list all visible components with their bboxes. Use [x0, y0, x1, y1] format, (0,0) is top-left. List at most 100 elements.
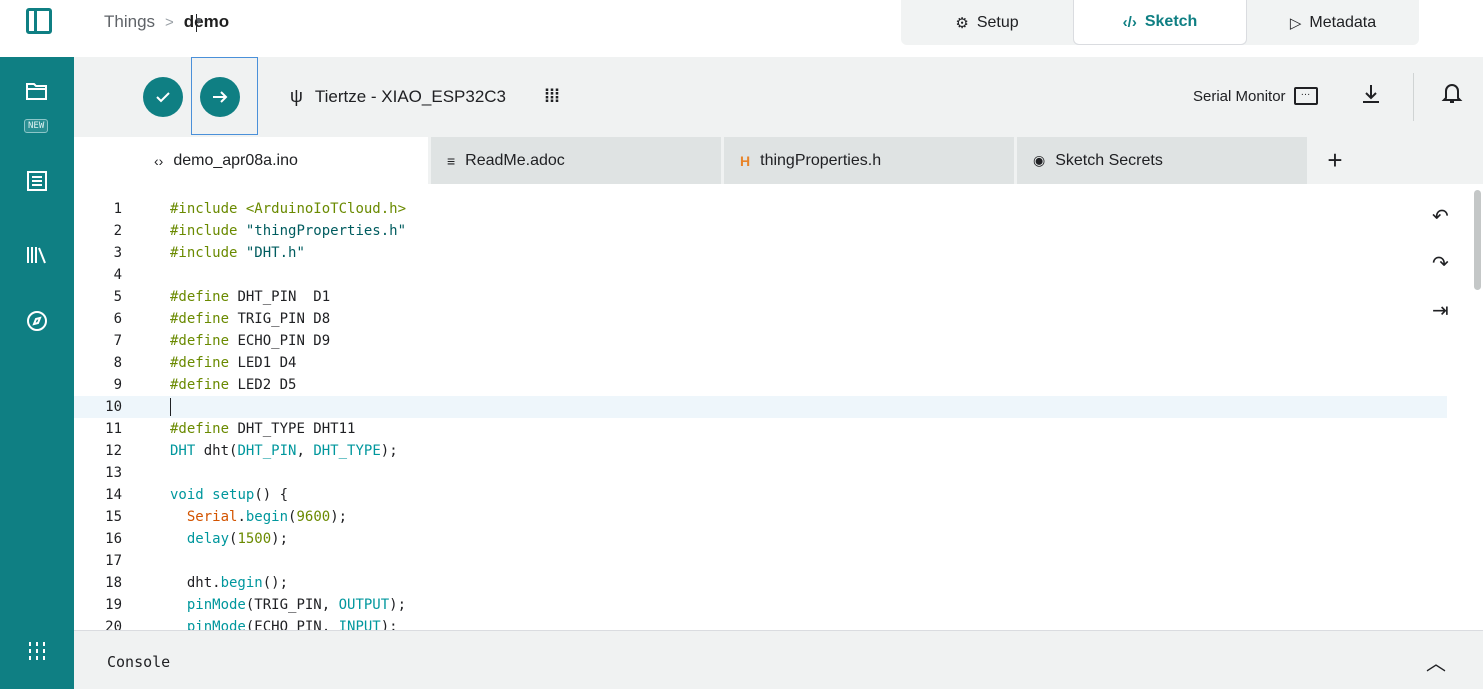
- code-line[interactable]: 9 #define LED2 D5: [74, 374, 1447, 396]
- code-line[interactable]: 1 #include <ArduinoIoTCloud.h>: [74, 198, 1447, 220]
- download-icon[interactable]: [1360, 83, 1382, 111]
- line-number: 6: [113, 311, 122, 327]
- tab-sketch[interactable]: ‹/› Sketch: [1073, 0, 1247, 45]
- breadcrumb: Things > demo ▾: [104, 12, 229, 32]
- left-sidebar: NEW: [0, 57, 74, 689]
- code-line[interactable]: 11 #define DHT_TYPE DHT11: [74, 418, 1447, 440]
- code-line[interactable]: 12 DHT dht(DHT_PIN, DHT_TYPE);: [74, 440, 1447, 462]
- code-icon: ‹›: [154, 152, 164, 169]
- file-tab-thingproperties[interactable]: H thingProperties.h: [724, 137, 1017, 184]
- tab-metadata[interactable]: ▷ Metadata: [1247, 0, 1419, 45]
- code-text: Serial.begin(9600);: [186, 509, 348, 525]
- code-icon: ‹/›: [1122, 13, 1137, 31]
- code-line[interactable]: 10: [74, 396, 1447, 418]
- code-text: #include "DHT.h": [170, 245, 305, 261]
- editor-toolbar: ψ Tiertze - XIAO_ESP32C3 ⁞⁞⁞ Serial Moni…: [74, 57, 1483, 137]
- code-line[interactable]: 3 #include "DHT.h": [74, 242, 1447, 264]
- monitor-icon: …: [1293, 87, 1318, 105]
- serial-monitor-button[interactable]: Serial Monitor …: [1193, 87, 1318, 105]
- file-tab-readme[interactable]: ≡ ReadMe.adoc: [431, 137, 724, 184]
- code-line[interactable]: 7 #define ECHO_PIN D9: [74, 330, 1447, 352]
- serial-monitor-label: Serial Monitor: [1193, 87, 1286, 105]
- console-label: Console: [107, 653, 171, 671]
- line-number: 1: [113, 201, 122, 217]
- code-line[interactable]: 15 Serial.begin(9600);: [74, 506, 1447, 528]
- chevron-down-icon[interactable]: ▾: [196, 14, 202, 32]
- line-number: 11: [105, 421, 122, 437]
- file-tab-label: Sketch Secrets: [1055, 151, 1163, 169]
- tag-icon: ▷: [1289, 14, 1302, 32]
- h-file-icon: H: [740, 152, 751, 169]
- code-text: #define DHT_PIN D1: [170, 289, 331, 305]
- list-icon[interactable]: [21, 169, 53, 201]
- code-text: #define DHT_TYPE DHT11: [170, 421, 356, 437]
- code-line[interactable]: 2 #include "thingProperties.h": [74, 220, 1447, 242]
- folder-icon[interactable]: [21, 79, 53, 111]
- code-text: #include "thingProperties.h": [170, 223, 407, 239]
- upload-button[interactable]: [200, 77, 240, 117]
- code-line[interactable]: 5 #define DHT_PIN D1: [74, 286, 1447, 308]
- line-number: 7: [113, 333, 122, 349]
- gear-icon: ⚙: [955, 14, 969, 32]
- chevron-up-icon[interactable]: ︿: [1426, 647, 1446, 676]
- line-number: 16: [105, 531, 122, 547]
- file-tab-label: thingProperties.h: [760, 151, 882, 169]
- line-number: 4: [113, 267, 122, 283]
- code-line[interactable]: 16 delay(1500);: [74, 528, 1447, 550]
- code-text: #include <ArduinoIoTCloud.h>: [170, 201, 407, 217]
- line-number: 14: [105, 487, 122, 503]
- line-number: 2: [113, 223, 122, 239]
- breadcrumb-separator: >: [165, 13, 174, 31]
- code-text: DHT dht(DHT_PIN, DHT_TYPE);: [170, 443, 398, 459]
- line-number: 8: [113, 355, 122, 371]
- code-line[interactable]: 6 #define TRIG_PIN D8: [74, 308, 1447, 330]
- code-line[interactable]: 19 pinMode(TRIG_PIN, OUTPUT);: [74, 594, 1447, 616]
- line-number: 18: [105, 575, 122, 591]
- tab-setup[interactable]: ⚙ Setup: [901, 0, 1073, 45]
- code-line[interactable]: 13: [74, 462, 1447, 484]
- toolbar-divider: [1413, 73, 1414, 121]
- breadcrumb-root[interactable]: Things: [104, 12, 155, 32]
- code-line[interactable]: 14 void setup() {: [74, 484, 1447, 506]
- console-panel[interactable]: Console ︿: [74, 630, 1483, 689]
- file-tab-secrets[interactable]: ◉ Sketch Secrets: [1017, 137, 1310, 184]
- add-tab-button[interactable]: +: [1310, 137, 1360, 184]
- code-line[interactable]: 8 #define LED1 D4: [74, 352, 1447, 374]
- breadcrumb-current[interactable]: demo: [184, 12, 229, 32]
- line-number: 3: [113, 245, 122, 261]
- code-editor[interactable]: ↶ ↷ ⇥ 1 #include <ArduinoIoTCloud.h> 2 #inc…: [74, 184, 1483, 630]
- sidebar-toggle-icon[interactable]: [26, 8, 52, 34]
- new-badge: NEW: [24, 119, 49, 133]
- code-line[interactable]: 4: [74, 264, 1447, 286]
- line-number: 10: [105, 399, 122, 415]
- line-number: 5: [113, 289, 122, 305]
- code-text: delay(1500);: [186, 531, 289, 547]
- compass-icon[interactable]: [21, 309, 53, 341]
- code-text: pinMode(ECHO_PIN, INPUT);: [186, 619, 398, 630]
- code-text: pinMode(TRIG_PIN, OUTPUT);: [186, 597, 407, 613]
- verify-button[interactable]: [143, 77, 183, 117]
- editor-scrollbar[interactable]: [1474, 190, 1481, 290]
- code-text: void setup() {: [170, 487, 289, 503]
- file-tab-ino[interactable]: ‹› demo_apr08a.ino: [138, 137, 431, 184]
- usb-icon: ψ: [290, 86, 303, 106]
- code-line[interactable]: 18 dht.begin();: [74, 572, 1447, 594]
- sliders-icon[interactable]: [21, 639, 53, 671]
- board-selector[interactable]: ψ Tiertze - XIAO_ESP32C3 ⁞⁞⁞: [290, 86, 560, 107]
- board-config-icon[interactable]: ⁞⁞⁞: [544, 86, 560, 107]
- file-tab-label: demo_apr08a.ino: [173, 151, 298, 169]
- code-text: #define LED2 D5: [170, 377, 297, 393]
- code-line[interactable]: 17: [74, 550, 1447, 572]
- bell-icon[interactable]: [1441, 81, 1463, 111]
- line-number: 12: [105, 443, 122, 459]
- line-number: 15: [105, 509, 122, 525]
- tab-sketch-label: Sketch: [1144, 13, 1198, 30]
- tab-metadata-label: Metadata: [1309, 13, 1377, 31]
- eye-icon: ◉: [1033, 152, 1046, 168]
- tab-setup-label: Setup: [976, 13, 1019, 31]
- library-icon[interactable]: [21, 243, 53, 275]
- code-text: #define ECHO_PIN D9: [170, 333, 331, 349]
- code-line[interactable]: 20 pinMode(ECHO_PIN, INPUT);: [74, 616, 1447, 630]
- view-tabs: ⚙ Setup ‹/› Sketch ▷ Metadata: [901, 0, 1419, 45]
- line-number: 17: [105, 553, 122, 569]
